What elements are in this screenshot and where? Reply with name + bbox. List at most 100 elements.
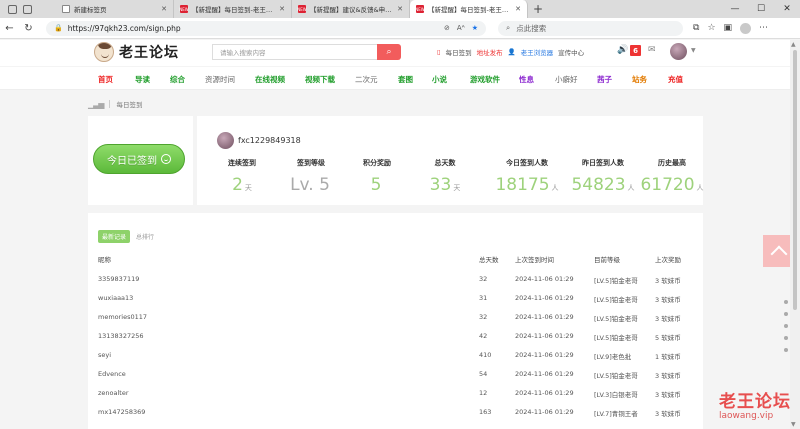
nav-item[interactable]: 视频下载 (305, 74, 335, 85)
browser-search-placeholder: 点此搜索 (516, 23, 547, 33)
nav-item[interactable]: 导读 (135, 74, 150, 85)
site-header: 老王论坛 请输入搜索内容 ⌕ ▯ 每日签到 地址发布 👤 老王浏览器 宣传中心 … (0, 40, 800, 66)
browser-search-box[interactable]: ⌕ 点此搜索 (498, 20, 683, 36)
address-release-link[interactable]: 地址发布 (477, 47, 503, 57)
browser-tab-bar: 新建标签页 ✕ NEW 【新提醒】每日签到-老王论坛 ✕ NEW 【新提醒】建议&反馈&申请… (0, 0, 800, 18)
nav-item[interactable]: 套图 (398, 74, 413, 85)
person-icon: 👤 (507, 48, 516, 56)
rail-dot[interactable] (784, 348, 788, 352)
nav-item[interactable]: 在线视频 (255, 74, 285, 85)
address-bar[interactable]: 🔒 https://97qkh23.com/sign.php ⊘ Aᴬ ★ (46, 20, 486, 36)
tab-favicon-icon: NEW (297, 5, 307, 13)
row-days: 163 (479, 408, 492, 416)
close-tab-icon[interactable]: ✕ (515, 5, 521, 13)
favorite-star-icon[interactable]: ★ (472, 24, 478, 32)
tab-total-ranking[interactable]: 总排行 (136, 232, 154, 241)
tab-latest-records[interactable]: 最新记录 (98, 230, 131, 243)
close-tab-icon[interactable]: ✕ (161, 5, 167, 13)
nav-item[interactable]: 首页 (98, 74, 113, 85)
scroll-down-icon[interactable]: ▼ (791, 421, 796, 428)
mail-icon[interactable]: ✉ (648, 45, 656, 55)
search-icon: ⌕ (386, 47, 392, 57)
maximize-icon[interactable]: ☐ (748, 0, 774, 18)
favorites-icon[interactable]: ☆ (707, 23, 715, 34)
row-name[interactable]: zenoalter (98, 389, 129, 397)
row-days: 410 (479, 351, 492, 359)
row-days: 32 (479, 275, 488, 283)
nav-item[interactable]: 站务 (632, 74, 647, 85)
app-link[interactable]: 老王浏览器 (521, 47, 554, 57)
tab-actions-icon[interactable] (23, 4, 32, 14)
site-logo[interactable]: 老王论坛 (94, 42, 179, 62)
scroll-up-icon[interactable]: ▲ (791, 41, 796, 48)
row-name[interactable]: Edvence (98, 370, 126, 378)
more-menu-icon[interactable]: ⋯ (759, 23, 768, 34)
rail-dot[interactable] (784, 336, 788, 340)
row-name[interactable]: wuxiaaa13 (98, 294, 133, 302)
split-screen-icon[interactable]: ⧉ (693, 23, 699, 34)
browser-tab[interactable]: NEW 【新提醒】每日签到-老王论坛 ✕ (410, 0, 528, 18)
site-search-placeholder: 请输入搜索内容 (220, 49, 266, 57)
page-scrollbar[interactable]: ▲ ▼ (790, 40, 800, 429)
row-name[interactable]: 13138327256 (98, 332, 144, 340)
site-search-input[interactable]: 请输入搜索内容 (212, 44, 377, 60)
search-icon: ⌕ (506, 23, 511, 32)
nav-item[interactable]: 性息 (519, 74, 534, 85)
signed-today-button[interactable]: 今日已签到 (93, 144, 185, 174)
row-name[interactable]: memories0117 (98, 313, 147, 321)
row-reward: 3 软妹币 (655, 372, 681, 380)
table-row: 3359837119 32 2024-11-06 01:29 [LV.5]铂金老哥 3 … (88, 270, 703, 289)
collections-icon[interactable]: ▣ (724, 23, 733, 34)
breadcrumb-separator (109, 100, 111, 108)
row-name[interactable]: seyi (98, 351, 111, 359)
close-tab-icon[interactable]: ✕ (279, 5, 285, 13)
chevron-down-icon[interactable]: ▼ (691, 47, 696, 54)
site-search-button[interactable]: ⌕ (377, 44, 401, 60)
row-name[interactable]: 3359837119 (98, 275, 139, 283)
nav-item[interactable]: 游戏软件 (470, 74, 500, 85)
profile-avatar[interactable] (740, 22, 752, 34)
home-bars-icon[interactable]: ▁▃▅ (88, 100, 105, 109)
close-window-icon[interactable]: ✕ (774, 0, 800, 18)
new-tab-button[interactable]: + (528, 0, 548, 18)
read-aloud-icon[interactable]: Aᴬ (457, 24, 465, 32)
breadcrumb-current[interactable]: 每日签到 (116, 99, 142, 109)
browser-tab[interactable]: NEW【新提醒】建议&反馈&申请区-老王论坛 ✕ (292, 0, 410, 18)
category-nav: 首页 导读 综合 资源时间 在线视频 视频下载 二次元 套图 小说 游戏软件 性息 小癖好 茜子 站务 充值 (0, 67, 800, 90)
sign-user-avatar[interactable] (217, 132, 234, 149)
toolbar-extensions: ⧉ ☆ ▣ ⋯ (693, 22, 768, 34)
browser-tab[interactable]: 新建标签页 ✕ (56, 0, 174, 18)
stat-label: 今日签到人数 (506, 159, 548, 167)
promo-center-link[interactable]: 宣传中心 (558, 47, 584, 57)
nav-item[interactable]: 综合 (170, 74, 185, 85)
nav-item[interactable]: 资源时间 (205, 74, 235, 85)
minimize-icon[interactable]: — (722, 0, 748, 18)
row-time: 2024-11-06 01:29 (515, 294, 574, 302)
row-name[interactable]: mx147258369 (98, 408, 145, 416)
back-button[interactable]: ← (0, 23, 19, 34)
nav-item[interactable]: 充值 (668, 74, 683, 85)
nav-item[interactable]: 茜子 (597, 74, 612, 85)
rail-dot[interactable] (784, 324, 788, 328)
workspaces-icon[interactable] (8, 4, 17, 14)
nav-item[interactable]: 小癖好 (555, 74, 578, 85)
sign-username[interactable]: fxc1229849318 (238, 136, 301, 145)
daily-sign-link[interactable]: 每日签到 (446, 47, 472, 57)
stat-item: 总天数 33 天 (405, 158, 485, 195)
rail-dot[interactable] (784, 300, 788, 304)
url-text: https://97qkh23.com/sign.php (67, 23, 181, 33)
stat-unit: 天 (453, 184, 461, 192)
browser-tab[interactable]: NEW 【新提醒】每日签到-老王论坛 ✕ (174, 0, 292, 18)
notice-count-badge[interactable]: 6 (630, 45, 641, 56)
row-reward: 5 软妹币 (655, 334, 681, 342)
nav-item[interactable]: 小说 (432, 74, 447, 85)
nav-item[interactable]: 二次元 (355, 74, 378, 85)
scrollbar-thumb[interactable] (793, 50, 797, 310)
user-avatar[interactable] (670, 43, 687, 60)
rail-dot[interactable] (784, 312, 788, 316)
close-tab-icon[interactable]: ✕ (397, 5, 403, 13)
row-level: [LV.7]青铜王者 (594, 410, 638, 418)
translate-icon[interactable]: ⊘ (444, 24, 450, 32)
speaker-icon[interactable]: 🔊 (617, 45, 628, 55)
refresh-button[interactable]: ↻ (19, 23, 38, 34)
